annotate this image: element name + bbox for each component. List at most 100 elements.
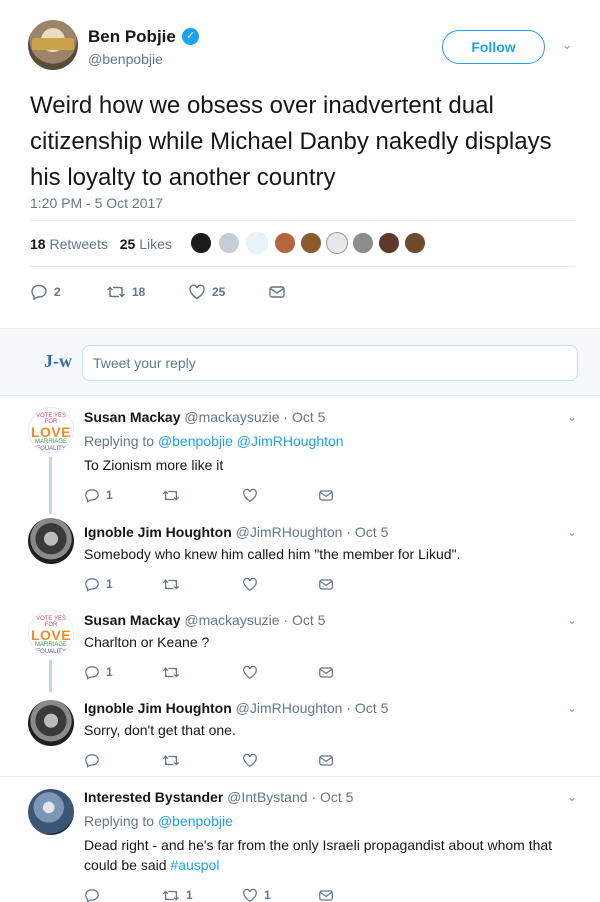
chevron-down-icon[interactable]: ⌄ xyxy=(567,791,579,803)
like-button[interactable] xyxy=(242,662,258,682)
reply-tweet[interactable]: Ignoble Jim Houghton @JimRHoughton · Oct… xyxy=(0,505,600,600)
retweet-button[interactable] xyxy=(162,662,180,682)
heart-icon xyxy=(243,753,257,767)
current-user-avatar[interactable]: J-w xyxy=(44,351,72,372)
reply-text-line: Dead right - and he's far from the only … xyxy=(84,837,553,853)
like-count: 1 xyxy=(264,888,271,902)
reply-author-avatar[interactable] xyxy=(28,700,74,746)
likes-count[interactable]: 25 xyxy=(120,236,136,252)
heart-icon xyxy=(189,284,205,300)
hashtag-link[interactable]: #auspol xyxy=(170,857,219,873)
reply-author-meta[interactable]: @mackaysuzie · Oct 5 xyxy=(184,409,325,425)
like-button[interactable] xyxy=(242,750,258,770)
reply-tweet[interactable]: VOTE YES FOR LOVE MARRIAGE EQUALITY Susa… xyxy=(0,600,600,692)
liker-avatar[interactable] xyxy=(326,232,348,254)
like-button[interactable]: 1 xyxy=(242,885,271,902)
reply-author-avatar[interactable] xyxy=(28,789,74,835)
retweet-button[interactable] xyxy=(162,485,180,505)
reply-author-name[interactable]: Ignoble Jim Houghton xyxy=(84,524,232,540)
chevron-down-icon[interactable]: ⌄ xyxy=(560,38,574,52)
retweet-button[interactable]: 18 xyxy=(106,282,145,302)
liker-avatar[interactable] xyxy=(378,232,400,254)
retweet-button[interactable] xyxy=(162,750,180,770)
chevron-down-icon[interactable]: ⌄ xyxy=(567,526,579,538)
retweet-icon xyxy=(162,890,180,900)
reply-author-avatar[interactable]: VOTE YES FOR LOVE MARRIAGE EQUALITY xyxy=(28,610,74,656)
reply-composer: J-w Tweet your reply xyxy=(0,328,600,396)
author-name[interactable]: Ben Pobjie xyxy=(88,27,176,47)
liker-avatar[interactable] xyxy=(274,232,296,254)
reply-icon xyxy=(85,577,99,592)
retweet-button[interactable] xyxy=(162,574,180,594)
like-button[interactable]: 25 xyxy=(188,282,225,302)
direct-message-button[interactable] xyxy=(318,485,334,505)
retweets-count[interactable]: 18 xyxy=(30,236,46,252)
liker-avatar[interactable] xyxy=(404,232,426,254)
main-tweet: Ben Pobjie ✓ @benpobjie Follow ⌄ Weird h… xyxy=(0,0,600,328)
retweet-count: 18 xyxy=(132,285,146,299)
heart-icon xyxy=(243,488,257,502)
reply-header: Ignoble Jim Houghton @JimRHoughton · Oct… xyxy=(84,700,388,716)
reply-header: Susan Mackay @mackaysuzie · Oct 5 xyxy=(84,612,325,628)
reply-icon xyxy=(85,888,99,902)
reply-author-avatar[interactable] xyxy=(28,518,74,564)
retweets-label[interactable]: Retweets xyxy=(49,236,107,252)
author-avatar[interactable] xyxy=(28,20,78,70)
reply-button[interactable]: 1 xyxy=(84,574,113,594)
reply-author-name[interactable]: Susan Mackay xyxy=(84,409,181,425)
chevron-down-icon[interactable]: ⌄ xyxy=(567,411,579,423)
reply-header: Susan Mackay @mackaysuzie · Oct 5 xyxy=(84,409,325,425)
like-count: 25 xyxy=(212,285,226,299)
reply-tweet[interactable]: Ignoble Jim Houghton @JimRHoughton · Oct… xyxy=(0,690,600,776)
replying-to-handles[interactable]: @benpobjie xyxy=(158,813,233,829)
reply-button[interactable]: 2 xyxy=(30,282,61,302)
retweet-icon xyxy=(107,286,125,298)
envelope-icon xyxy=(319,889,333,901)
reply-count: 1 xyxy=(106,488,113,502)
reply-text-segment: could be said xyxy=(84,857,167,873)
reply-author-name[interactable]: Susan Mackay xyxy=(84,612,181,628)
direct-message-button[interactable] xyxy=(318,750,334,770)
reply-input[interactable]: Tweet your reply xyxy=(82,345,578,381)
follow-button[interactable]: Follow xyxy=(442,30,545,64)
replying-to-prefix: Replying to xyxy=(84,433,155,449)
reply-text-line: could be said #auspol xyxy=(84,855,564,875)
like-button[interactable] xyxy=(242,574,258,594)
reply-author-avatar[interactable]: VOTE YES FOR LOVE MARRIAGE EQUALITY xyxy=(28,407,74,453)
liker-avatar[interactable] xyxy=(190,232,212,254)
reply-tweet[interactable]: Interested Bystander @IntBystand · Oct 5… xyxy=(0,777,600,902)
retweet-button[interactable]: 1 xyxy=(162,885,193,902)
reply-text: Dead right - and he's far from the only … xyxy=(84,835,564,875)
reply-author-meta[interactable]: @IntBystand · Oct 5 xyxy=(227,789,353,805)
reply-tweet[interactable]: VOTE YES FOR LOVE MARRIAGE EQUALITY Susa… xyxy=(0,397,600,509)
tweet-text: Weird how we obsess over inadvertent dua… xyxy=(30,92,552,191)
retweet-icon xyxy=(162,667,180,677)
reply-author-meta[interactable]: @mackaysuzie · Oct 5 xyxy=(184,612,325,628)
chevron-down-icon[interactable]: ⌄ xyxy=(567,614,579,626)
thread-line xyxy=(49,660,52,692)
liker-avatar[interactable] xyxy=(218,232,240,254)
reply-button[interactable] xyxy=(84,885,100,902)
direct-message-button[interactable] xyxy=(268,282,286,302)
liker-avatar[interactable] xyxy=(300,232,322,254)
liker-avatar[interactable] xyxy=(352,232,374,254)
direct-message-button[interactable] xyxy=(318,574,334,594)
tweet-timestamp[interactable]: 1:20 PM - 5 Oct 2017 xyxy=(30,195,163,211)
reply-button[interactable] xyxy=(84,750,100,770)
engagement-stats: 18 Retweets 25 Likes xyxy=(30,236,172,252)
likes-label[interactable]: Likes xyxy=(139,236,172,252)
reply-author-meta[interactable]: @JimRHoughton · Oct 5 xyxy=(236,524,389,540)
like-button[interactable] xyxy=(242,485,258,505)
reply-author-name[interactable]: Ignoble Jim Houghton xyxy=(84,700,232,716)
chevron-down-icon[interactable]: ⌄ xyxy=(567,702,579,714)
author-handle[interactable]: @benpobjie xyxy=(88,51,163,67)
reply-button[interactable]: 1 xyxy=(84,662,113,682)
direct-message-button[interactable] xyxy=(318,662,334,682)
reply-author-name[interactable]: Interested Bystander xyxy=(84,789,223,805)
reply-button[interactable]: 1 xyxy=(84,485,113,505)
divider xyxy=(30,220,575,221)
direct-message-button[interactable] xyxy=(318,885,334,902)
reply-author-meta[interactable]: @JimRHoughton · Oct 5 xyxy=(236,700,389,716)
replying-to-handles[interactable]: @benpobjie @JimRHoughton xyxy=(158,433,344,449)
liker-avatar[interactable] xyxy=(246,232,268,254)
